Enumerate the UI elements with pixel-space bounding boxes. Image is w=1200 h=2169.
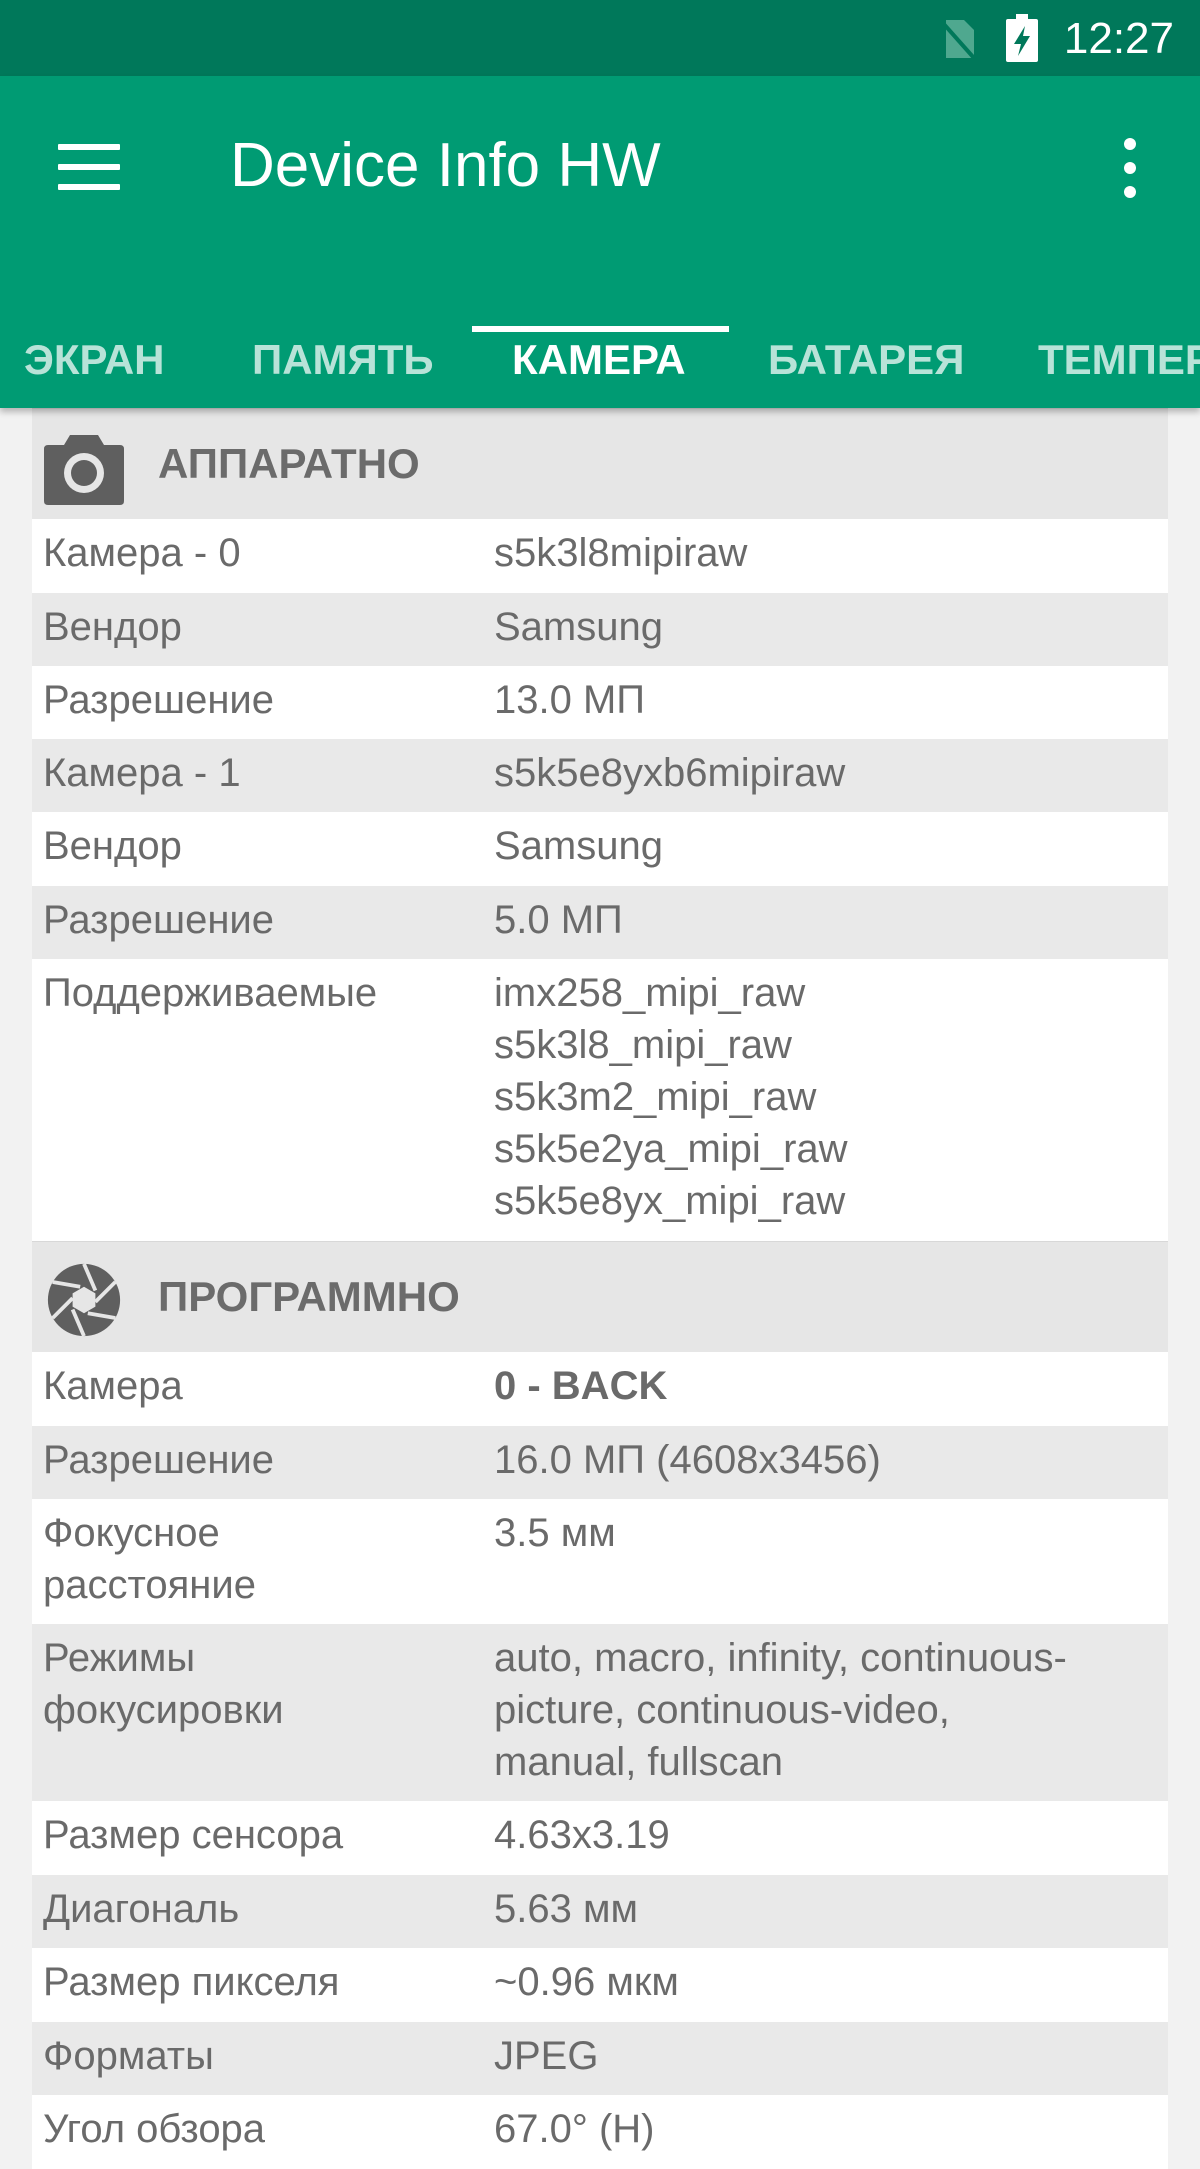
battery-charging-icon (1006, 14, 1038, 62)
more-options-icon[interactable] (1120, 138, 1140, 204)
camera-icon (44, 435, 124, 505)
tab-camera[interactable]: КАМЕРА (512, 308, 686, 408)
row-value: 3.5 мм (494, 1511, 616, 1555)
label-line: Режимы (43, 1636, 196, 1680)
row-label: Размер сенсора (43, 1813, 344, 1857)
row-label: Камера - 0 (43, 531, 241, 575)
supported-sensor: s5k5e8yx_mipi_raw (494, 1179, 846, 1223)
info-row: Размер пикселя ~0.96 мкм (32, 1948, 1168, 2022)
info-row: Фокусное расстояние 3.5 мм (32, 1499, 1168, 1624)
info-row: Разрешение 5.0 МП (32, 886, 1168, 959)
row-value: s5k3l8mipiraw (494, 531, 748, 575)
supported-sensor: s5k5e2ya_mipi_raw (494, 1127, 848, 1171)
row-value: Samsung (494, 605, 663, 649)
info-row: Размер сенсора 4.63x3.19 (32, 1801, 1168, 1875)
row-value: JPEG (494, 2034, 599, 2078)
section-hardware-header: АППАРАТНО (32, 408, 1168, 519)
row-label: Разрешение (43, 678, 274, 722)
row-value: 13.0 МП (494, 678, 646, 722)
no-sim-icon (940, 20, 976, 60)
info-row: Камера 0 - BACK (32, 1352, 1168, 1426)
row-label: Форматы (43, 2034, 214, 2078)
label-line: фокусировки (43, 1688, 284, 1732)
value-line: picture, continuous-video, (494, 1688, 950, 1732)
value-line: auto, macro, infinity, continuous- (494, 1636, 1067, 1680)
row-label: Разрешение (43, 898, 274, 942)
app-bar: Device Info HW ЭКРАН ПАМЯТЬ КАМЕРА БАТАР… (0, 76, 1200, 408)
tab-bar: ЭКРАН ПАМЯТЬ КАМЕРА БАТАРЕЯ ТЕМПЕР (0, 308, 1200, 408)
row-label: Камера - 1 (43, 751, 241, 795)
info-row: Разрешение 13.0 МП (32, 666, 1168, 739)
row-label: Разрешение (43, 1438, 274, 1482)
row-label: Вендор (43, 605, 182, 649)
info-row: Вендор Samsung (32, 593, 1168, 666)
active-tab-indicator (472, 326, 729, 332)
row-label: Вендор (43, 824, 182, 868)
row-label: Камера (43, 1364, 183, 1408)
row-value: 5.0 МП (494, 898, 623, 942)
row-value: 0 - BACK (494, 1364, 668, 1408)
status-time: 12:27 (1063, 14, 1174, 63)
tab-battery[interactable]: БАТАРЕЯ (768, 308, 964, 408)
hamburger-menu-icon[interactable] (58, 144, 120, 190)
row-label: Фокусное расстояние (43, 1507, 483, 1611)
app-title: Device Info HW (230, 131, 661, 200)
supported-sensor: s5k3l8_mipi_raw (494, 1023, 792, 1067)
section-hardware-title: АППАРАТНО (158, 440, 420, 487)
tab-screen[interactable]: ЭКРАН (24, 308, 165, 408)
tab-memory[interactable]: ПАМЯТЬ (252, 308, 434, 408)
info-row: Камера - 0 s5k3l8mipiraw (32, 519, 1168, 593)
row-value: 67.0° (H) (494, 2107, 655, 2151)
supported-sensor: imx258_mipi_raw (494, 971, 806, 1015)
camera-info-list[interactable]: АППАРАТНО Камера - 0 s5k3l8mipiraw Вендо… (32, 408, 1168, 2169)
row-value: 5.63 мм (494, 1887, 638, 1931)
row-value: imx258_mipi_raw s5k3l8_mipi_raw s5k3m2_m… (494, 967, 1164, 1227)
row-label: Диагональ (43, 1887, 240, 1931)
row-label: Размер пикселя (43, 1960, 340, 2004)
row-value: Samsung (494, 824, 663, 868)
info-row: Диагональ 5.63 мм (32, 1875, 1168, 1948)
aperture-icon (47, 1263, 121, 1337)
info-row: Вендор Samsung (32, 812, 1168, 886)
row-label: Угол обзора (43, 2107, 266, 2151)
tab-temperature[interactable]: ТЕМПЕР (1038, 308, 1200, 408)
value-line: manual, fullscan (494, 1740, 784, 1784)
row-label: Поддерживаемые (43, 971, 378, 1015)
info-row: Форматы JPEG (32, 2022, 1168, 2095)
section-software-header: ПРОГРАММНО (32, 1241, 1168, 1352)
info-row: Режимы фокусировки auto, macro, infinity… (32, 1624, 1168, 1801)
label-line: Фокусное (43, 1511, 220, 1555)
status-bar: 12:27 (0, 0, 1200, 76)
row-value: 4.63x3.19 (494, 1813, 670, 1857)
info-row: Угол обзора 67.0° (H) (32, 2095, 1168, 2169)
supported-sensor: s5k3m2_mipi_raw (494, 1075, 817, 1119)
row-value: s5k5e8yxb6mipiraw (494, 751, 846, 795)
row-label: Режимы фокусировки (43, 1632, 483, 1736)
row-value: 16.0 МП (4608x3456) (494, 1438, 881, 1482)
row-value: auto, macro, infinity, continuous- pictu… (494, 1632, 1164, 1788)
label-line: расстояние (43, 1563, 256, 1607)
info-row: Поддерживаемые imx258_mipi_raw s5k3l8_mi… (32, 959, 1168, 1241)
row-value: ~0.96 мкм (494, 1960, 679, 2004)
info-row: Разрешение 16.0 МП (4608x3456) (32, 1426, 1168, 1499)
info-row: Камера - 1 s5k5e8yxb6mipiraw (32, 739, 1168, 812)
section-software-title: ПРОГРАММНО (158, 1273, 460, 1320)
